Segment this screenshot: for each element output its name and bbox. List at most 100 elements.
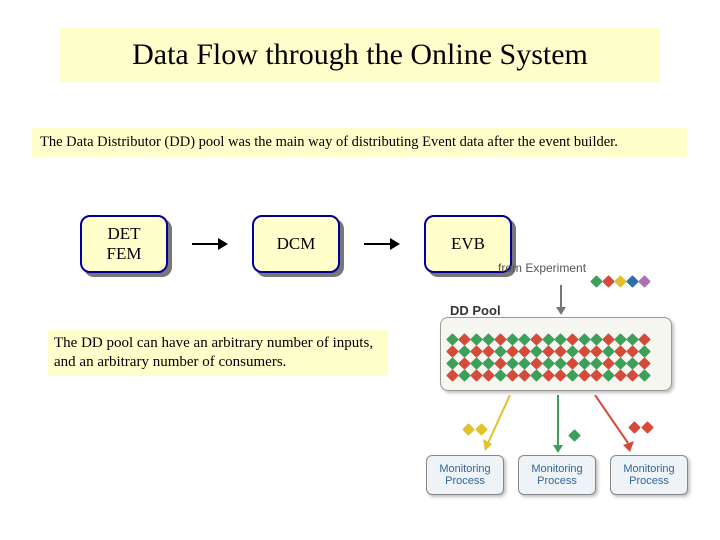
monitoring-process-box: Monitoring Process — [518, 455, 596, 495]
dd-pool-grid — [448, 335, 649, 380]
page-title: Data Flow through the Online System — [60, 28, 660, 82]
input-stream — [592, 277, 649, 286]
data-dot — [494, 357, 507, 370]
data-dot — [566, 333, 579, 346]
data-dot — [602, 333, 615, 346]
data-dot — [482, 345, 495, 358]
data-dot — [590, 345, 603, 358]
consumer-label: Monitoring — [531, 463, 582, 475]
node-label: EVB — [451, 234, 485, 254]
data-dot — [518, 345, 531, 358]
data-dot — [446, 357, 459, 370]
data-dot — [458, 345, 471, 358]
data-dot — [578, 357, 591, 370]
data-dot — [590, 275, 603, 288]
dd-pool-diagram: from Experiment DD Pool Monitoring P — [420, 255, 700, 510]
data-dot — [602, 345, 615, 358]
node-label: DET — [107, 224, 140, 244]
node-label: FEM — [107, 244, 142, 264]
from-experiment-label: from Experiment — [498, 261, 586, 275]
consumer-label: Process — [445, 475, 485, 487]
data-dot — [494, 369, 507, 382]
data-dot — [506, 345, 519, 358]
data-dot — [446, 333, 459, 346]
data-dot — [542, 357, 555, 370]
data-dot — [602, 275, 615, 288]
data-dot — [626, 333, 639, 346]
consumer-label: Monitoring — [439, 463, 490, 475]
data-dot — [470, 357, 483, 370]
data-dot — [566, 345, 579, 358]
monitoring-process-box: Monitoring Process — [426, 455, 504, 495]
data-dot — [494, 333, 507, 346]
data-dot — [602, 357, 615, 370]
data-dot — [590, 369, 603, 382]
data-dot — [494, 345, 507, 358]
data-dot — [626, 369, 639, 382]
data-dot — [530, 333, 543, 346]
consumer-label: Monitoring — [623, 463, 674, 475]
data-dot — [470, 333, 483, 346]
data-dot — [554, 345, 567, 358]
data-dot — [602, 369, 615, 382]
data-dot — [506, 369, 519, 382]
subtitle-text: The Data Distributor (DD) pool was the m… — [32, 128, 687, 157]
data-dot — [590, 333, 603, 346]
data-dot — [458, 369, 471, 382]
data-dot — [566, 357, 579, 370]
data-dot — [542, 345, 555, 358]
data-dot — [518, 333, 531, 346]
data-dot — [506, 333, 519, 346]
data-dot — [554, 357, 567, 370]
data-dot — [470, 369, 483, 382]
data-dot — [506, 357, 519, 370]
arrow-icon — [364, 234, 400, 254]
data-dot — [482, 357, 495, 370]
node-dcm: DCM — [252, 215, 340, 273]
data-dot — [482, 369, 495, 382]
data-dot — [446, 369, 459, 382]
monitoring-process-box: Monitoring Process — [610, 455, 688, 495]
node-label: DCM — [277, 234, 316, 254]
data-dot — [638, 369, 651, 382]
data-dot — [614, 333, 627, 346]
data-dot — [578, 333, 591, 346]
data-dot — [530, 357, 543, 370]
consumer-label: Process — [537, 475, 577, 487]
data-dot — [568, 429, 581, 442]
data-dot — [446, 345, 459, 358]
data-dot — [590, 357, 603, 370]
data-dot — [475, 423, 488, 436]
data-dot — [626, 275, 639, 288]
data-dot — [518, 357, 531, 370]
data-dot — [462, 423, 475, 436]
data-dot — [578, 345, 591, 358]
data-dot — [614, 275, 627, 288]
node-det-fem: DET FEM — [80, 215, 168, 273]
data-dot — [638, 275, 651, 288]
data-dot — [638, 345, 651, 358]
data-dot — [641, 421, 654, 434]
data-dot — [458, 333, 471, 346]
dd-pool-caption: The DD pool can have an arbitrary number… — [48, 330, 388, 376]
data-dot — [458, 357, 471, 370]
consumers-row: Monitoring Process Monitoring Process Mo… — [426, 455, 688, 495]
data-dot — [614, 357, 627, 370]
data-dot — [626, 357, 639, 370]
data-dot — [542, 369, 555, 382]
data-dot — [530, 369, 543, 382]
data-dot — [638, 357, 651, 370]
data-dot — [482, 333, 495, 346]
data-dot — [530, 345, 543, 358]
data-dot — [628, 421, 641, 434]
data-dot — [554, 333, 567, 346]
dd-pool-label: DD Pool — [450, 303, 501, 318]
data-dot — [638, 333, 651, 346]
output-stream — [464, 425, 486, 434]
data-dot — [554, 369, 567, 382]
data-dot — [626, 345, 639, 358]
data-dot — [578, 369, 591, 382]
data-dot — [470, 345, 483, 358]
data-dot — [566, 369, 579, 382]
data-dot — [614, 369, 627, 382]
